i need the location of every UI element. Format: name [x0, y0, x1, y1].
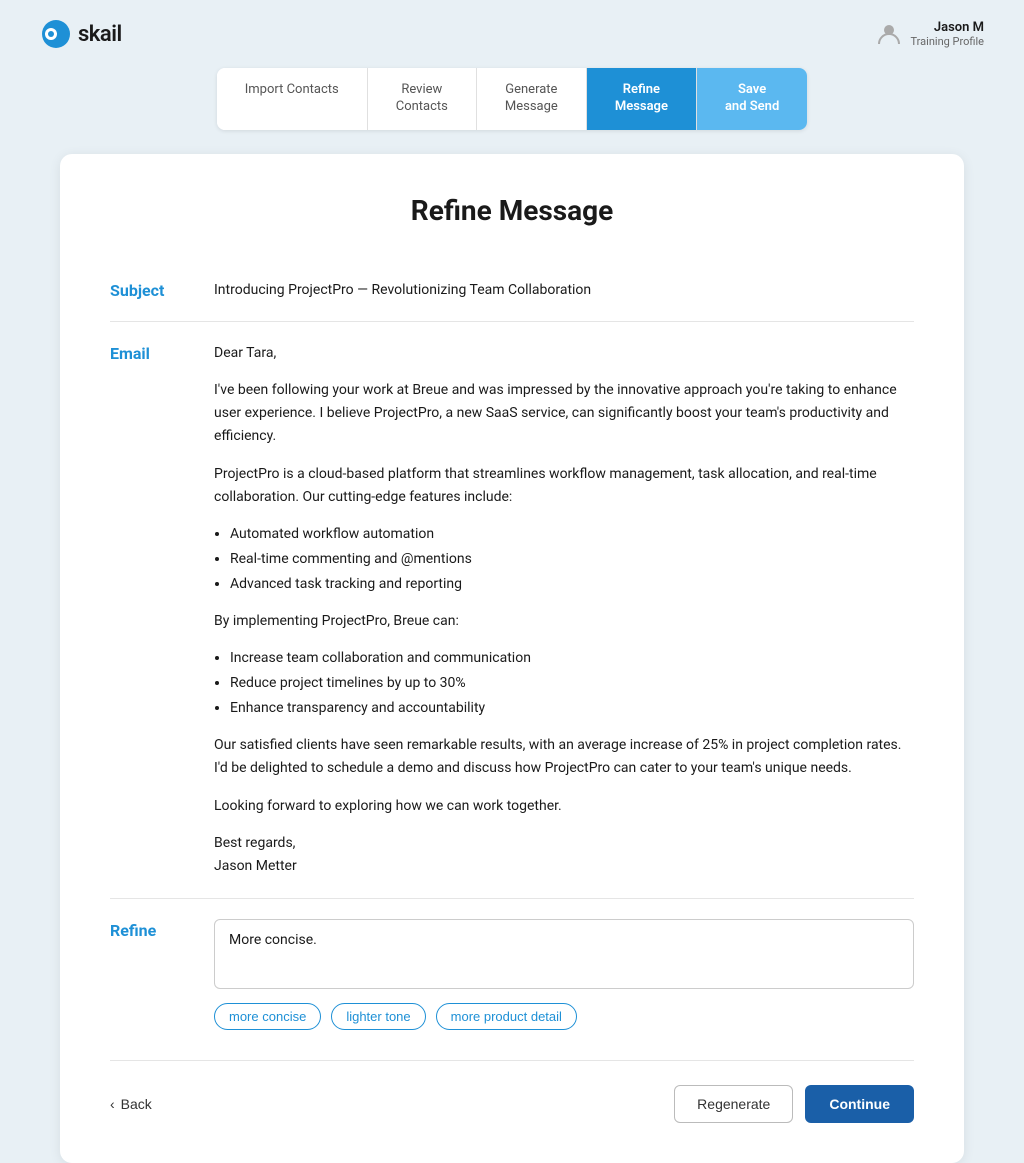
email-para4: Our satisfied clients have seen remarkab…: [214, 734, 914, 780]
logo-icon: [40, 18, 72, 50]
bullet-item: Advanced task tracking and reporting: [230, 573, 914, 596]
step-save-and-send[interactable]: Saveand Send: [697, 68, 807, 130]
continue-button[interactable]: Continue: [805, 1085, 914, 1123]
refine-label: Refine: [110, 919, 190, 940]
email-content: Dear Tara, I've been following your work…: [214, 342, 914, 878]
email-bullets2: Increase team collaboration and communic…: [230, 647, 914, 720]
logo: skail: [40, 18, 122, 50]
regenerate-button[interactable]: Regenerate: [674, 1085, 793, 1123]
user-avatar-icon: [875, 20, 903, 48]
refine-textarea[interactable]: More concise.: [214, 919, 914, 989]
back-button[interactable]: ‹ Back: [110, 1096, 152, 1112]
logo-text: skail: [78, 22, 122, 47]
email-para1: I've been following your work at Breue a…: [214, 379, 914, 448]
back-label: Back: [121, 1096, 152, 1112]
refine-right: More concise. more concise lighter tone …: [214, 919, 914, 1030]
email-para2: ProjectPro is a cloud-based platform tha…: [214, 463, 914, 509]
footer-right: Regenerate Continue: [674, 1085, 914, 1123]
email-greeting: Dear Tara,: [214, 342, 914, 365]
back-chevron-icon: ‹: [110, 1096, 115, 1112]
email-row: Email Dear Tara, I've been following you…: [110, 322, 914, 899]
header: skail Jason M Training Profile: [0, 0, 1024, 68]
card-footer: ‹ Back Regenerate Continue: [110, 1060, 914, 1123]
step-refine-message[interactable]: RefineMessage: [587, 68, 697, 130]
email-closing: Best regards,Jason Metter: [214, 832, 914, 878]
email-para3: By implementing ProjectPro, Breue can:: [214, 610, 914, 633]
email-para5: Looking forward to exploring how we can …: [214, 795, 914, 818]
email-bullets1: Automated workflow automation Real-time …: [230, 523, 914, 596]
subject-label: Subject: [110, 279, 190, 300]
bullet-item: Increase team collaboration and communic…: [230, 647, 914, 670]
email-label: Email: [110, 342, 190, 363]
main-card: Refine Message Subject Introducing Proje…: [60, 154, 964, 1163]
user-details: Jason M Training Profile: [911, 20, 985, 48]
bullet-item: Automated workflow automation: [230, 523, 914, 546]
user-info[interactable]: Jason M Training Profile: [875, 20, 985, 48]
user-role: Training Profile: [911, 35, 985, 48]
bullet-item: Reduce project timelines by up to 30%: [230, 672, 914, 695]
page-title: Refine Message: [110, 194, 914, 227]
chip-more-concise[interactable]: more concise: [214, 1003, 321, 1030]
step-generate-message[interactable]: GenerateMessage: [477, 68, 587, 130]
step-review-contacts[interactable]: ReviewContacts: [368, 68, 477, 130]
subject-row: Subject Introducing ProjectPro — Revolut…: [110, 259, 914, 322]
step-import-contacts[interactable]: Import Contacts: [217, 68, 368, 130]
refine-section: Refine More concise. more concise lighte…: [110, 899, 914, 1040]
bullet-item: Real-time commenting and @mentions: [230, 548, 914, 571]
refine-chips: more concise lighter tone more product d…: [214, 1003, 914, 1030]
stepper: Import Contacts ReviewContacts GenerateM…: [217, 68, 808, 130]
chip-lighter-tone[interactable]: lighter tone: [331, 1003, 425, 1030]
subject-value: Introducing ProjectPro — Revolutionizing…: [214, 279, 914, 301]
stepper-container: Import Contacts ReviewContacts GenerateM…: [0, 68, 1024, 130]
user-name: Jason M: [911, 20, 985, 35]
bullet-item: Enhance transparency and accountability: [230, 697, 914, 720]
chip-more-product-detail[interactable]: more product detail: [436, 1003, 577, 1030]
